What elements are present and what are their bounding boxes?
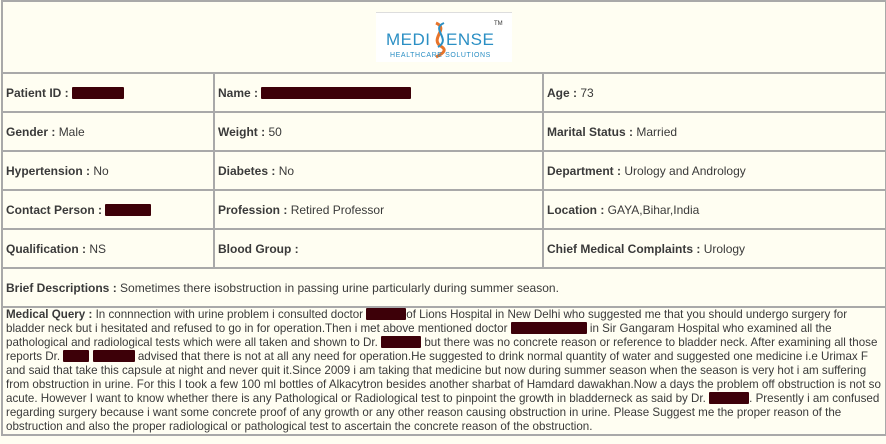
blood-group-cell: Blood Group : [213, 228, 544, 269]
age-cell: Age : 73 [542, 72, 886, 113]
location-label: Location : [547, 202, 605, 217]
chief-complaints-label: Chief Medical Complaints : [547, 241, 701, 256]
age-value: 73 [580, 85, 594, 100]
logo-tm: TM [494, 21, 503, 27]
gender-label: Gender : [6, 124, 56, 139]
name-label: Name : [218, 85, 259, 100]
location-cell: Location : GAYA,Bihar,India [542, 189, 886, 230]
chief-complaints-value: Urology [703, 241, 746, 256]
patient-id-label: Patient ID : [6, 85, 69, 100]
diabetes-label: Diabetes : [218, 163, 276, 178]
medisense-logo: MEDI ENSE TM HEALTHCARE SOLUTIONS [376, 11, 512, 62]
logo-cell: MEDI ENSE TM HEALTHCARE SOLUTIONS [1, 0, 886, 74]
brief-description-cell: Brief Descriptions : Sometimes there iso… [1, 267, 886, 308]
redaction-bar [72, 86, 125, 99]
redaction-bar [92, 350, 135, 362]
hypertension-cell: Hypertension : No [1, 150, 215, 191]
diabetes-value: No [278, 163, 295, 178]
contact-person-label: Contact Person : [6, 202, 103, 217]
marital-status-cell: Marital Status : Married [542, 111, 886, 152]
redaction-bar [381, 336, 422, 348]
patient-record-page: MEDI ENSE TM HEALTHCARE SOLUTIONS Patien… [0, 0, 886, 444]
redaction-bar [63, 350, 90, 362]
brief-description-text: Sometimes there isobstruction in passing… [120, 280, 559, 295]
qualification-value: NS [89, 241, 107, 256]
weight-cell: Weight : 50 [213, 111, 544, 152]
weight-label: Weight : [218, 124, 266, 139]
blood-group-label: Blood Group : [218, 241, 299, 256]
gender-cell: Gender : Male [1, 111, 215, 152]
marital-status-label: Marital Status : [547, 124, 634, 139]
medical-query-label: Medical Query : [6, 308, 93, 321]
age-label: Age : [547, 85, 577, 100]
department-cell: Department : Urology and Andrology [542, 150, 886, 191]
info-row-3: Hypertension : No Diabetes : No Departme… [1, 150, 886, 191]
brief-description-label: Brief Descriptions : [6, 280, 117, 295]
profession-label: Profession : [218, 202, 288, 217]
info-row-1: Patient ID : Name : Age : 73 [1, 72, 886, 113]
medical-query-cell: Medical Query : In connnection with urin… [1, 306, 886, 436]
diabetes-cell: Diabetes : No [213, 150, 544, 191]
info-row-2: Gender : Male Weight : 50 Marital Status… [1, 111, 886, 152]
qualification-label: Qualification : [6, 241, 87, 256]
redaction-bar [510, 322, 587, 334]
logo-tagline: HEALTHCARE SOLUTIONS [390, 52, 491, 59]
department-label: Department : [547, 163, 622, 178]
redaction-bar [105, 203, 152, 216]
contact-person-cell: Contact Person : [1, 189, 215, 230]
profession-cell: Profession : Retired Professor [213, 189, 544, 230]
medical-query-part: In connnection with urine problem i cons… [95, 308, 364, 321]
patient-id-cell: Patient ID : [1, 72, 215, 113]
info-row-5: Qualification : NS Blood Group : Chief M… [1, 228, 886, 269]
brief-description-row: Brief Descriptions : Sometimes there iso… [1, 267, 886, 308]
gender-value: Male [58, 124, 85, 139]
marital-status-value: Married [636, 124, 678, 139]
info-row-4: Contact Person : Profession : Retired Pr… [1, 189, 886, 230]
redaction-bar [261, 86, 412, 99]
name-cell: Name : [213, 72, 544, 113]
medical-query-row: Medical Query : In connnection with urin… [1, 306, 886, 436]
profession-value: Retired Professor [290, 202, 385, 217]
redaction-bar [709, 392, 750, 404]
hypertension-label: Hypertension : [6, 163, 91, 178]
logo-brand-right: ENSE [446, 30, 494, 49]
chief-complaints-cell: Chief Medical Complaints : Urology [542, 228, 886, 269]
qualification-cell: Qualification : NS [1, 228, 215, 269]
hypertension-value: No [93, 163, 109, 178]
patient-record-table: MEDI ENSE TM HEALTHCARE SOLUTIONS Patien… [1, 0, 886, 436]
redaction-bar [366, 308, 407, 320]
department-value: Urology and Andrology [624, 163, 746, 178]
logo-row: MEDI ENSE TM HEALTHCARE SOLUTIONS [1, 0, 886, 74]
location-value: GAYA,Bihar,India [607, 202, 700, 217]
weight-value: 50 [268, 124, 282, 139]
logo-brand-left: MEDI [386, 30, 431, 49]
